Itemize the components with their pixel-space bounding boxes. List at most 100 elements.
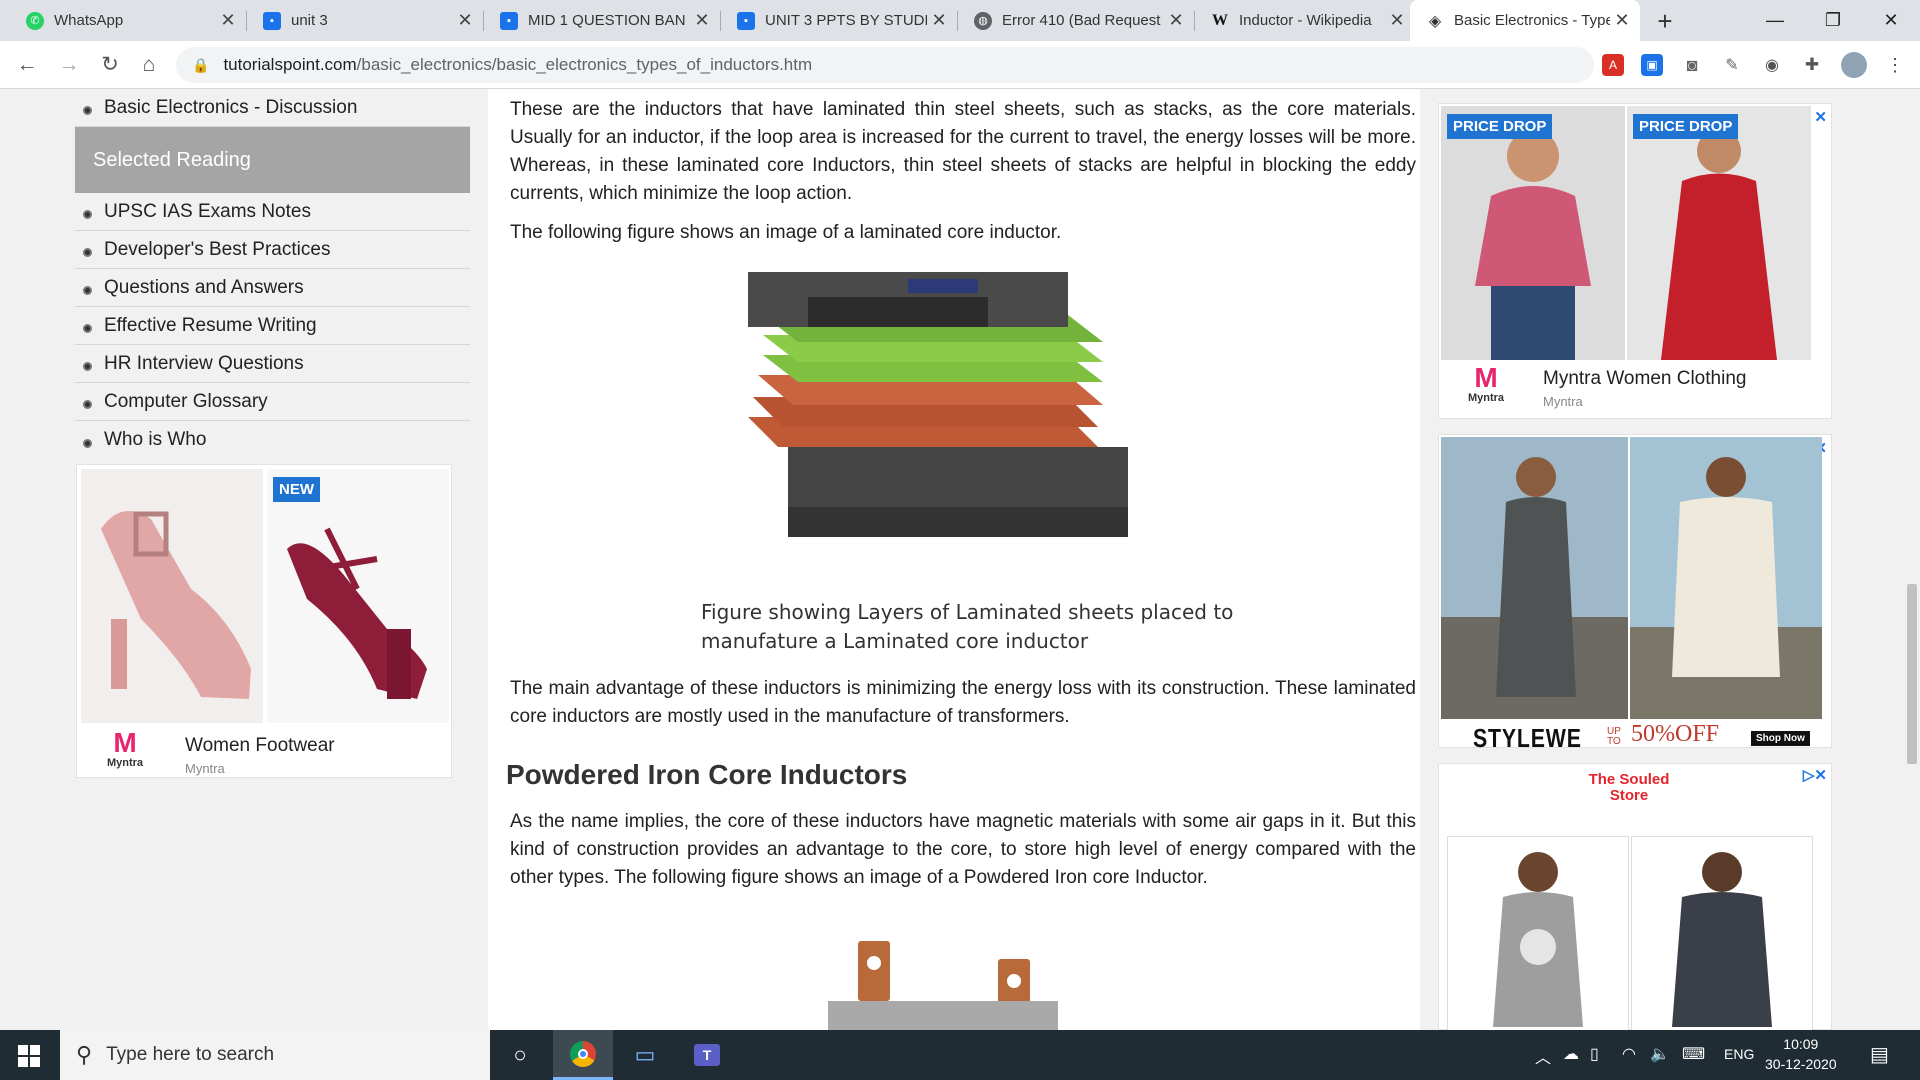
desktop-app-taskbar-icon[interactable]: ▭ <box>615 1030 675 1080</box>
eyedropper-extension-icon[interactable]: ✎ <box>1721 54 1743 76</box>
globe-icon: ◍ <box>974 11 992 30</box>
profile-avatar[interactable] <box>1841 52 1867 78</box>
sidebar-item-resume[interactable]: Effective Resume Writing <box>75 307 470 345</box>
restore-button[interactable]: ❐ <box>1808 4 1858 36</box>
shop-now-button[interactable]: Shop Now <box>1751 731 1810 746</box>
myntra-logo: M Myntra <box>1461 364 1511 405</box>
close-icon[interactable]: ✕ <box>216 10 240 31</box>
taskbar-search-box[interactable]: ⚲ Type here to search <box>60 1030 490 1080</box>
webpage-viewport: Basic Electronics - Discussion Selected … <box>0 89 1920 1030</box>
offer-prefix: UP TO <box>1607 726 1621 747</box>
sidebar-item-who-is-who[interactable]: Who is Who <box>75 421 470 459</box>
product-image-camo-hoodie <box>1631 836 1813 1030</box>
browser-tab-strip: ✆ WhatsApp ✕ ▪ unit 3 ✕ ▪ MID 1 QUESTION… <box>0 0 1920 41</box>
minimize-button[interactable]: — <box>1750 4 1800 36</box>
paragraph-advantage: The main advantage of these inductors is… <box>510 678 1416 727</box>
product-image-white-dress <box>1630 437 1822 719</box>
tab-unit-3[interactable]: ▪ unit 3 ✕ <box>247 0 483 41</box>
tab-mid1-question-bank[interactable]: ▪ MID 1 QUESTION BAN ✕ <box>484 0 720 41</box>
onedrive-tray-icon[interactable]: ☁ <box>1563 1044 1579 1064</box>
scrollbar-thumb[interactable] <box>1907 584 1917 764</box>
bullet-icon <box>83 362 92 371</box>
tab-title: unit 3 <box>291 12 328 29</box>
sidebar-item-label: Who is Who <box>104 429 207 450</box>
close-icon[interactable]: ✕ <box>453 10 477 31</box>
screen-capture-extension-icon[interactable]: ▣ <box>1641 54 1663 76</box>
action-center-icon[interactable]: ▤ <box>1870 1042 1889 1067</box>
lock-icon: 🔒 <box>192 56 210 73</box>
grammar-extension-icon[interactable]: ◉ <box>1761 54 1783 76</box>
ad-choices-icon[interactable]: ▷✕ <box>1803 766 1827 784</box>
offer-text: 50%OFF <box>1631 721 1720 747</box>
stylewe-logo: STYLEWE <box>1473 723 1582 753</box>
back-button[interactable]: ← <box>12 50 42 80</box>
ad-souled-store[interactable]: ▷✕ The Souled Store <box>1438 763 1832 1030</box>
close-icon[interactable]: ✕ <box>1610 10 1634 31</box>
search-placeholder: Type here to search <box>106 1044 275 1065</box>
windows-taskbar: ⚲ Type here to search ○ ▭ T ︿ ☁ ▯ ◠ 🔈 ⌨ … <box>0 1030 1920 1080</box>
sidebar-item-discussion[interactable]: Basic Electronics - Discussion <box>75 89 470 127</box>
sidebar-item-best-practices[interactable]: Developer's Best Practices <box>75 231 470 269</box>
product-image-grey-tee-dress <box>1447 836 1629 1030</box>
tab-basic-electronics[interactable]: ◈ Basic Electronics - Type ✕ <box>1410 0 1640 41</box>
price-drop-badge: PRICE DROP <box>1447 114 1553 139</box>
camera-extension-icon[interactable]: ◙ <box>1681 54 1703 76</box>
sidebar-item-qna[interactable]: Questions and Answers <box>75 269 470 307</box>
right-ad-column: ⓘ ✕ PRICE DROP PRICE DROP M Myntra Myntr… <box>1420 89 1920 1030</box>
tutorialspoint-icon: ◈ <box>1428 12 1442 30</box>
section-heading-powdered-iron: Powdered Iron Core Inductors <box>506 759 908 790</box>
home-button[interactable]: ⌂ <box>134 50 164 80</box>
paragraph-powdered-iron: As the name implies, the core of these i… <box>510 811 1416 888</box>
sidebar-item-label: Questions and Answers <box>104 276 304 298</box>
product-image-grey-dress <box>1441 437 1628 719</box>
forward-button[interactable]: → <box>54 50 84 80</box>
close-icon[interactable]: ✕ <box>690 10 714 31</box>
product-image-red-suit: PRICE DROP <box>1627 106 1811 360</box>
myntra-logo-text: Myntra <box>1467 392 1505 404</box>
page-scrollbar[interactable] <box>1904 89 1920 1030</box>
menu-kebab-icon[interactable]: ⋮ <box>1884 54 1906 76</box>
pdf-extension-icon[interactable]: A <box>1602 54 1624 76</box>
product-image-sandals-pink <box>81 469 263 723</box>
sidebar-item-label: Basic Electronics - Discussion <box>104 96 358 118</box>
tab-title: Error 410 (Bad Request <box>1002 12 1161 29</box>
tab-error-410[interactable]: ◍ Error 410 (Bad Request ✕ <box>958 0 1194 41</box>
keyboard-tray-icon[interactable]: ⌨ <box>1682 1044 1705 1064</box>
sidebar-item-upsc[interactable]: UPSC IAS Exams Notes <box>75 193 470 231</box>
figure-caption: Figure showing Layers of Laminated sheet… <box>701 600 1234 653</box>
extensions-puzzle-icon[interactable]: ✚ <box>1801 54 1823 76</box>
tab-unit3-ppts[interactable]: ▪ UNIT 3 PPTS BY STUDE ✕ <box>721 0 957 41</box>
ad-title: Myntra Women Clothing <box>1543 368 1747 389</box>
teams-taskbar-icon[interactable]: T <box>677 1030 737 1080</box>
close-icon[interactable]: ✕ <box>927 10 951 31</box>
tab-whatsapp[interactable]: ✆ WhatsApp ✕ <box>10 0 246 41</box>
close-icon[interactable]: ✕ <box>1164 10 1188 31</box>
ad-stylewe[interactable]: ⓘ✕ STYLEWE UP TO 50%OFF Shop Now <box>1438 434 1832 753</box>
bullet-icon <box>83 324 92 333</box>
selected-reading-header: Selected Reading <box>75 127 470 193</box>
sidebar-item-glossary[interactable]: Computer Glossary <box>75 383 470 421</box>
sidebar-item-hr-interview[interactable]: HR Interview Questions <box>75 345 470 383</box>
cortana-icon[interactable]: ○ <box>490 1030 550 1080</box>
chrome-taskbar-icon[interactable] <box>553 1030 613 1080</box>
search-icon: ⚲ <box>76 1042 93 1067</box>
ad-title: Women Footwear <box>185 735 335 756</box>
close-window-button[interactable]: ✕ <box>1866 4 1916 36</box>
address-bar[interactable]: 🔒 tutorialspoint.com/basic_electronics/b… <box>176 47 1744 83</box>
bullet-icon <box>83 400 92 409</box>
close-icon[interactable]: ✕ <box>1385 10 1409 31</box>
language-indicator[interactable]: ENG <box>1724 1046 1754 1062</box>
battery-tray-icon[interactable]: ▯ <box>1590 1044 1599 1064</box>
system-clock[interactable]: 10:09 30-12-2020 <box>1765 1034 1837 1074</box>
wifi-tray-icon[interactable]: ◠ <box>1622 1044 1636 1064</box>
show-hidden-icons-chevron[interactable]: ︿ <box>1535 1044 1551 1068</box>
windows-start-icon[interactable] <box>18 1045 40 1067</box>
reload-button[interactable]: ↻ <box>95 50 125 80</box>
ad-myntra-women-clothing[interactable]: ⓘ ✕ PRICE DROP PRICE DROP M Myntra Myntr… <box>1438 103 1832 419</box>
tab-inductor-wikipedia[interactable]: W Inductor - Wikipedia ✕ <box>1195 0 1415 41</box>
ad-women-footwear[interactable]: ⓘ ✕ NEW M Myntra Women Foo <box>76 464 452 778</box>
wikipedia-icon: W <box>1212 11 1228 29</box>
volume-muted-icon[interactable]: 🔈 <box>1650 1044 1670 1064</box>
new-tab-button[interactable]: + <box>1650 6 1680 37</box>
docs-icon: ▪ <box>500 11 518 30</box>
